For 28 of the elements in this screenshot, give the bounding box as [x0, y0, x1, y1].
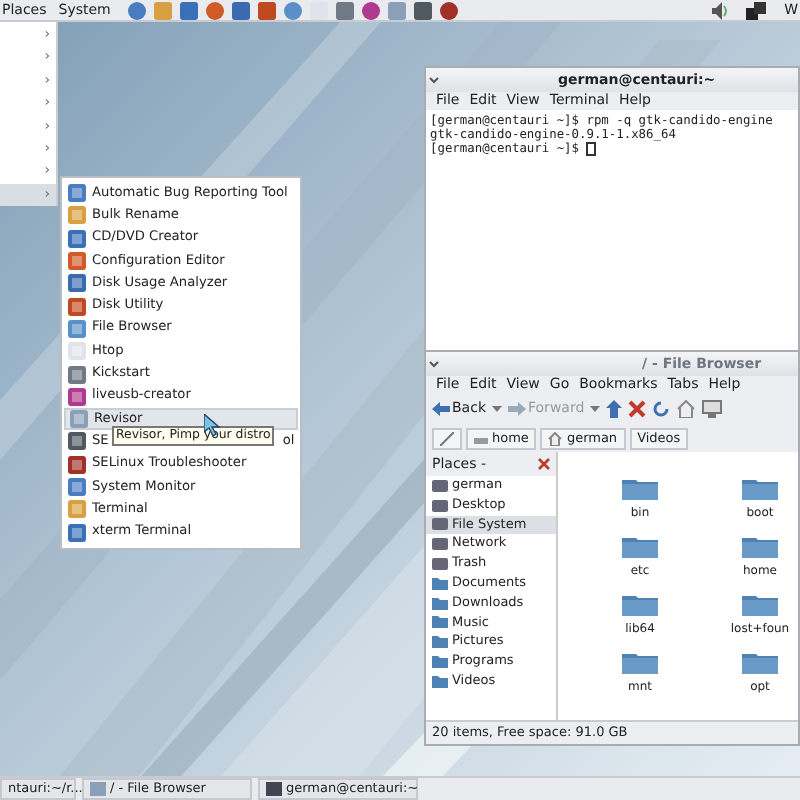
caret-icon[interactable] [590, 404, 601, 414]
volume-icon[interactable] [710, 1, 731, 19]
folder-icon[interactable] [742, 592, 778, 616]
stop-icon[interactable] [628, 400, 647, 418]
folder-icon[interactable] [622, 476, 658, 500]
window-menu-icon[interactable] [426, 356, 442, 372]
folder-icon[interactable] [622, 650, 658, 674]
terminal-icon [266, 782, 282, 796]
close-icon[interactable] [538, 458, 550, 470]
computer-icon[interactable] [702, 400, 723, 418]
home-icon[interactable] [676, 400, 697, 418]
forward-arrow-icon [508, 402, 526, 416]
folder-icon[interactable] [742, 650, 778, 674]
network-icon[interactable] [746, 1, 767, 19]
file-browser-icon [90, 782, 106, 796]
window-menu-icon[interactable] [426, 72, 442, 88]
folder-icon[interactable] [742, 534, 778, 558]
folder-icon[interactable] [622, 534, 658, 558]
path-toggle-button[interactable] [432, 427, 462, 449]
caret-icon[interactable] [492, 404, 502, 414]
back-arrow-icon [432, 402, 450, 416]
home-icon [548, 431, 563, 445]
edit-icon [440, 431, 454, 445]
folder-icon[interactable] [622, 592, 658, 616]
text-cursor [586, 142, 597, 156]
folder-icon[interactable] [742, 476, 778, 500]
reload-icon[interactable] [652, 400, 671, 418]
up-arrow-icon[interactable] [606, 400, 623, 418]
